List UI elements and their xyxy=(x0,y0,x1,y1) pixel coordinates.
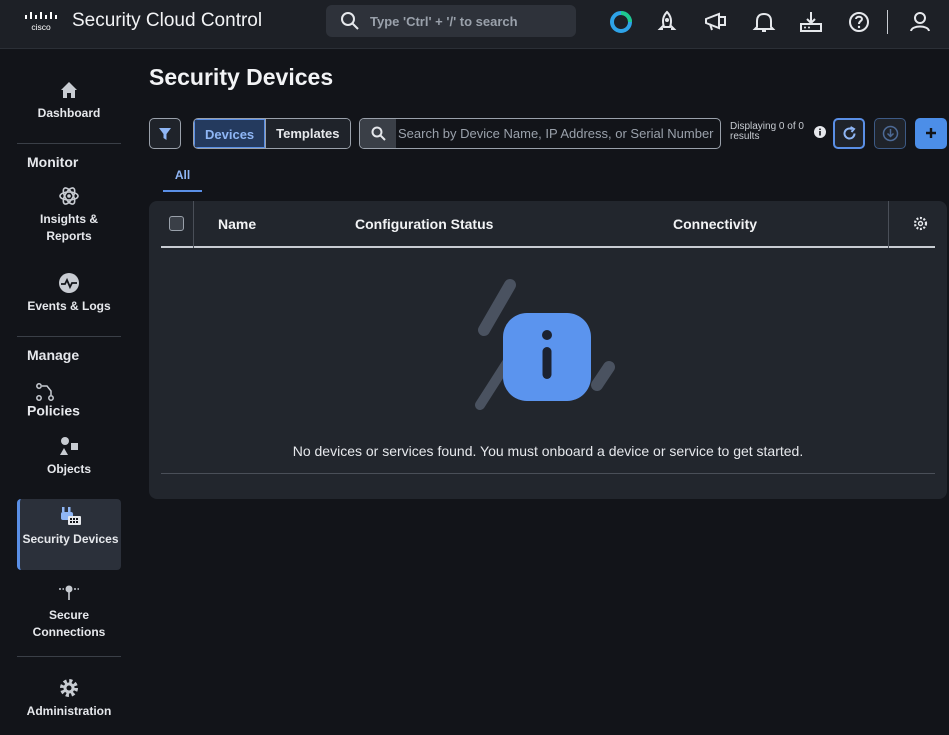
table-footer-divider xyxy=(161,473,935,474)
tab-all[interactable]: All xyxy=(163,168,202,192)
sidebar-item-label: Administration xyxy=(26,704,112,718)
add-device-button[interactable] xyxy=(915,118,947,149)
cisco-logo[interactable]: cisco xyxy=(22,10,62,36)
sidebar-item-policies[interactable]: Policies xyxy=(17,382,121,418)
header-divider xyxy=(887,10,888,34)
sidebar-item-dashboard[interactable]: Dashboard xyxy=(17,79,121,122)
home-icon xyxy=(61,82,77,98)
download-icon[interactable] xyxy=(798,9,824,35)
tab-templates[interactable]: Templates xyxy=(265,119,350,148)
global-search-placeholder: Type 'Ctrl' + '/' to search xyxy=(370,14,518,29)
sidebar-item-secure-connections[interactable]: Secure Connections xyxy=(17,583,121,641)
webex-icon[interactable] xyxy=(608,9,634,35)
column-header-name[interactable]: Name xyxy=(218,216,256,232)
results-count: Displaying 0 of 0 results xyxy=(730,121,804,142)
tab-devices[interactable]: Devices xyxy=(194,119,266,148)
sidebar-divider xyxy=(17,336,121,337)
sidebar: Dashboard Monitor Insights & Reports Eve… xyxy=(0,49,136,735)
column-settings-icon[interactable] xyxy=(913,216,928,231)
select-all-checkbox[interactable] xyxy=(169,216,184,231)
column-header-config-status[interactable]: Configuration Status xyxy=(355,216,493,232)
sidebar-divider xyxy=(17,656,121,657)
gear-icon xyxy=(60,679,78,697)
sidebar-item-label: Events & Logs xyxy=(27,299,111,313)
sidebar-item-administration[interactable]: Administration xyxy=(17,677,121,720)
sidebar-item-label: Insights & Reports xyxy=(39,212,98,243)
section-label-monitor: Monitor xyxy=(27,154,79,170)
search-icon xyxy=(371,126,386,141)
global-search[interactable]: Type 'Ctrl' + '/' to search xyxy=(326,5,576,37)
rocket-icon[interactable] xyxy=(654,9,680,35)
info-icon[interactable] xyxy=(814,126,826,138)
column-divider xyxy=(888,201,889,248)
column-divider xyxy=(193,201,194,248)
atom-icon xyxy=(59,187,79,205)
sidebar-item-security-devices[interactable]: Security Devices xyxy=(17,499,121,570)
user-icon[interactable] xyxy=(907,9,933,35)
empty-state-info-icon xyxy=(475,279,615,410)
page-title: Security Devices xyxy=(149,64,334,90)
branch-icon xyxy=(36,383,54,401)
connection-icon xyxy=(59,585,79,600)
device-search-button[interactable] xyxy=(360,119,396,148)
app-title: Security Cloud Control xyxy=(72,10,263,31)
help-icon[interactable] xyxy=(846,9,872,35)
search-icon xyxy=(341,12,359,30)
filter-button[interactable] xyxy=(149,118,181,149)
sidebar-item-label: Secure Connections xyxy=(32,608,106,639)
shapes-icon xyxy=(60,437,78,455)
sidebar-item-label: Objects xyxy=(46,462,91,476)
devices-table: Name Configuration Status Connectivity N… xyxy=(149,201,947,499)
view-toggle: Devices Templates xyxy=(193,118,351,149)
column-header-connectivity[interactable]: Connectivity xyxy=(673,216,757,232)
device-search xyxy=(359,118,721,149)
security-device-icon xyxy=(60,507,81,525)
device-search-input[interactable] xyxy=(398,119,718,148)
refresh-button[interactable] xyxy=(833,118,865,149)
megaphone-icon[interactable] xyxy=(703,9,729,35)
refresh-icon xyxy=(843,126,856,140)
plus-icon xyxy=(926,128,936,138)
sidebar-divider xyxy=(17,143,121,144)
sidebar-item-objects[interactable]: Objects xyxy=(17,435,121,478)
cisco-wordmark: cisco xyxy=(31,22,51,32)
table-header: Name Configuration Status Connectivity xyxy=(161,201,935,248)
sidebar-item-label: Dashboard xyxy=(37,106,101,120)
section-label-manage: Manage xyxy=(27,347,80,363)
empty-state-message: No devices or services found. You must o… xyxy=(292,443,804,459)
sidebar-item-label: Security Devices xyxy=(22,532,119,546)
bell-icon[interactable] xyxy=(751,9,777,35)
filter-icon xyxy=(159,128,171,140)
export-button[interactable] xyxy=(874,118,906,149)
sidebar-item-insights[interactable]: Insights & Reports xyxy=(17,185,121,245)
pulse-icon xyxy=(59,273,79,293)
download-circle-icon xyxy=(882,125,899,142)
top-bar: cisco Security Cloud Control Type 'Ctrl'… xyxy=(0,0,949,49)
sidebar-item-events[interactable]: Events & Logs xyxy=(17,272,121,315)
sidebar-item-label: Policies xyxy=(27,402,80,419)
